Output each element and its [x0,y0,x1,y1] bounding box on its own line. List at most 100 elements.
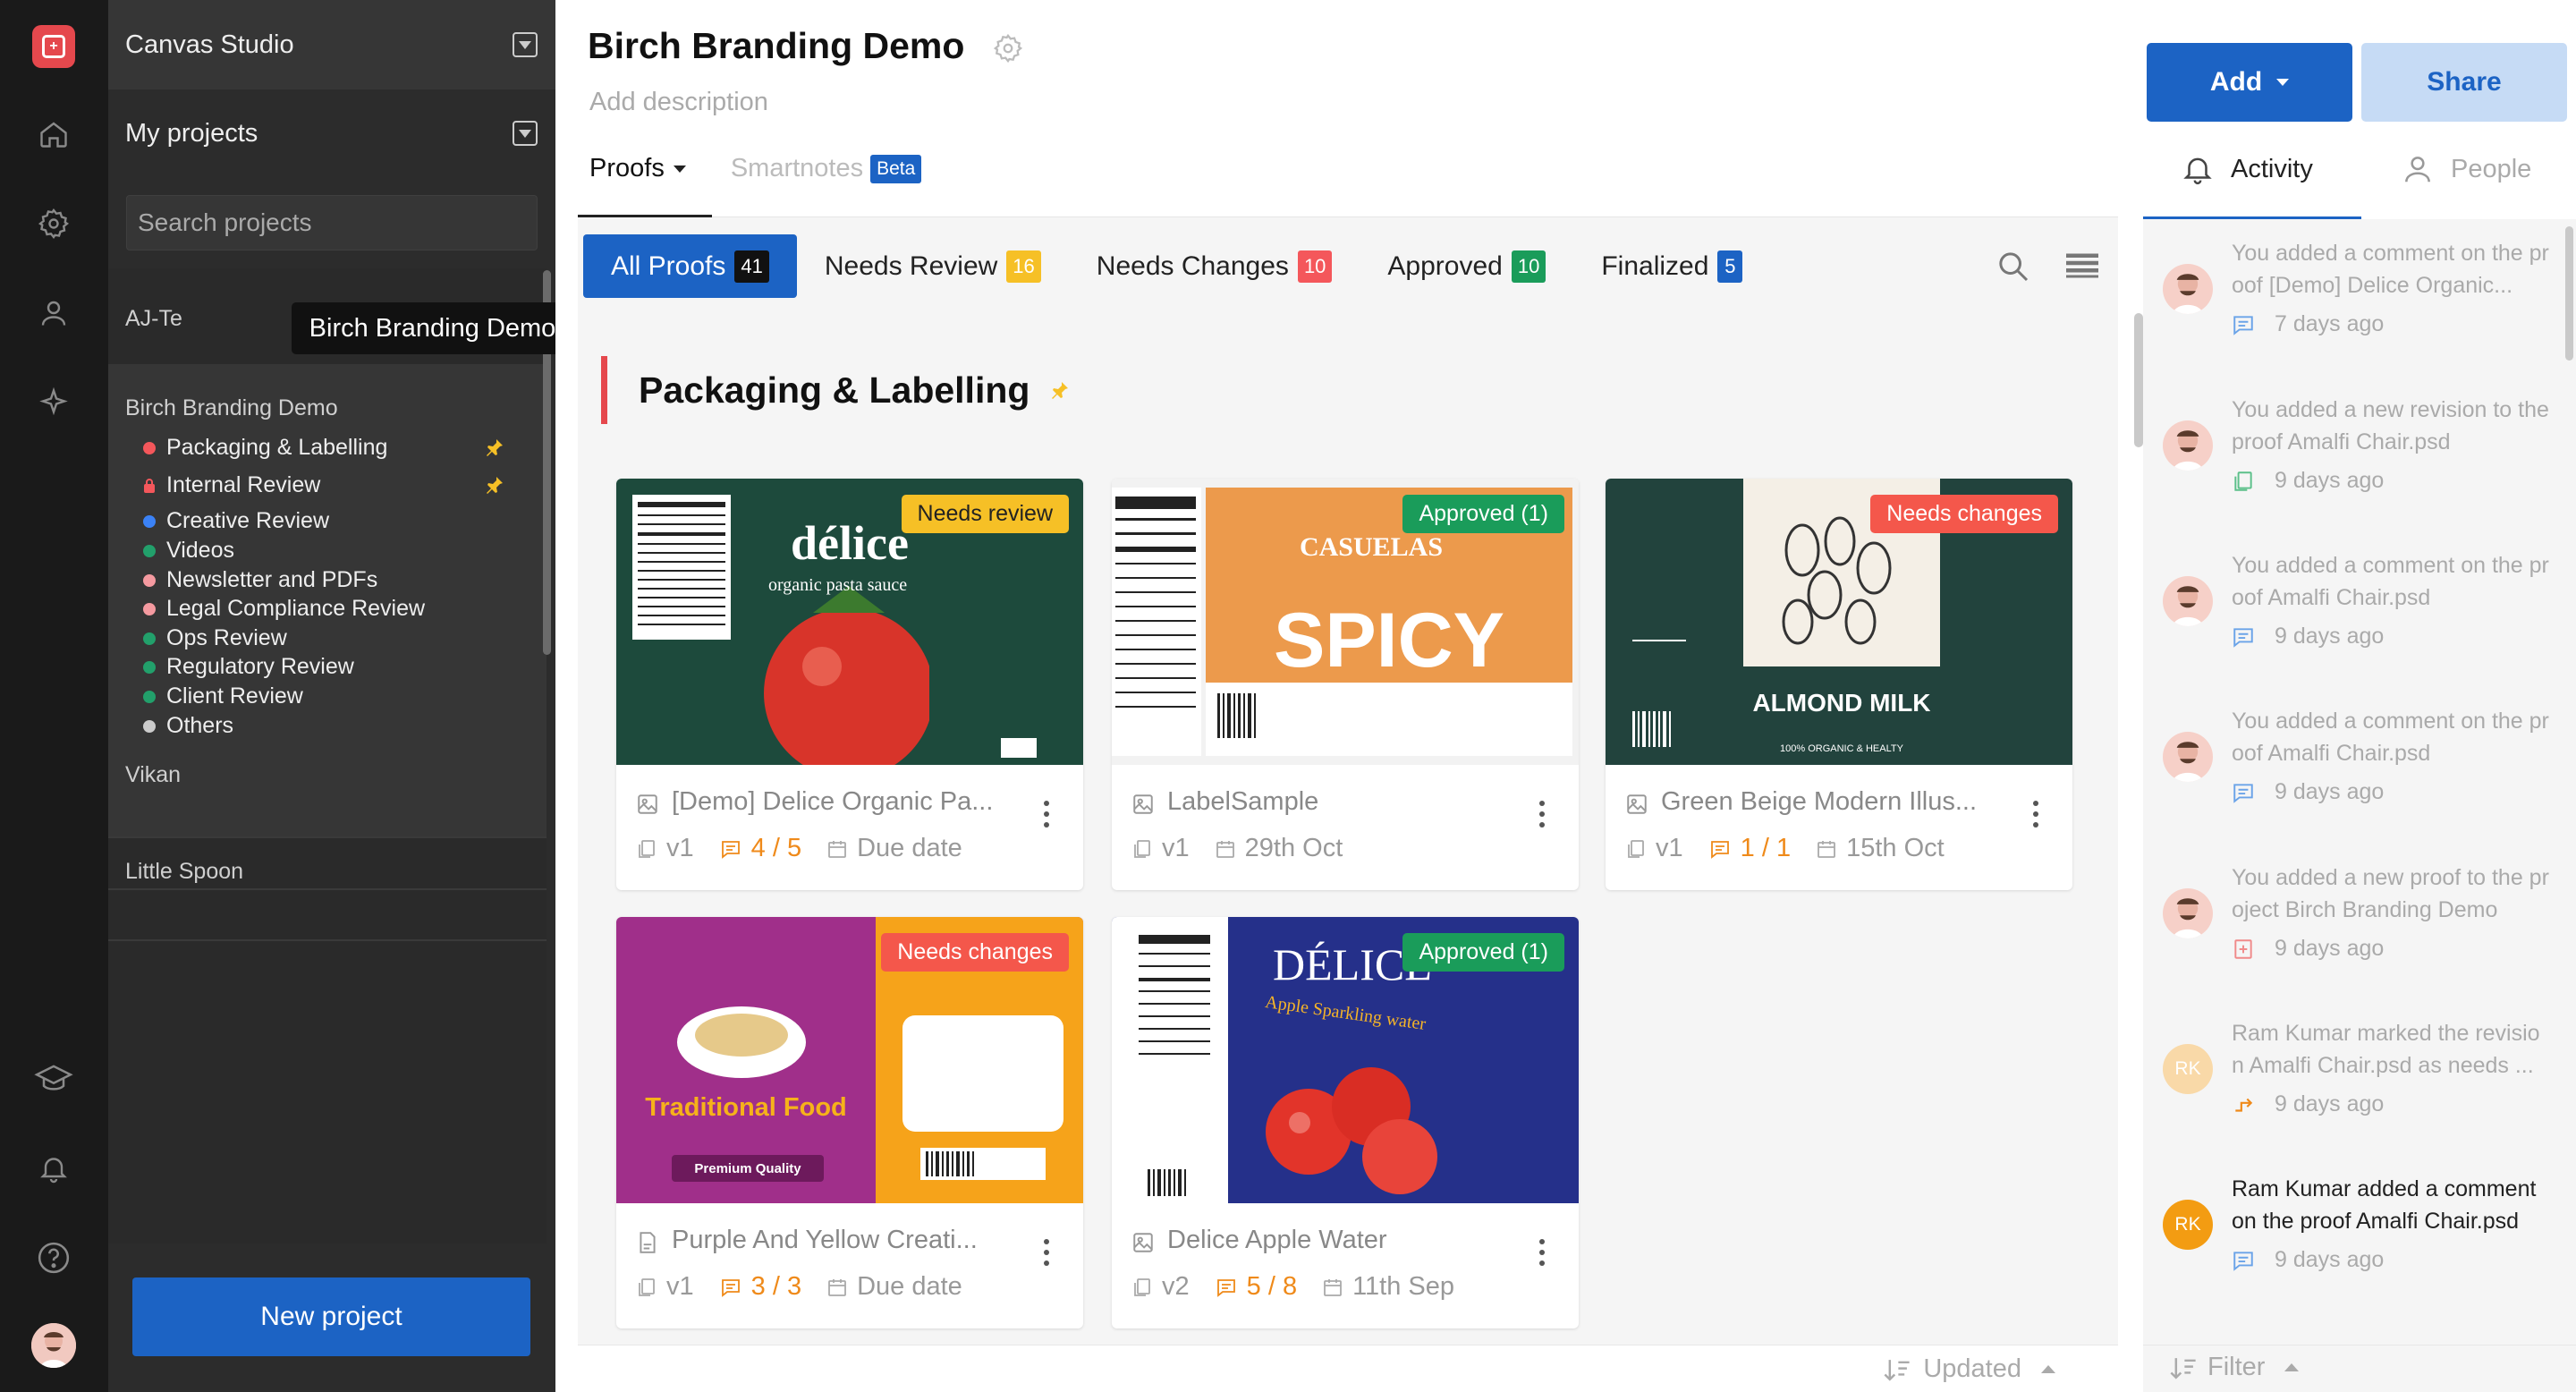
sparkle-icon[interactable] [34,383,73,422]
tab-proofs[interactable]: Proofs [589,154,686,183]
proof-card[interactable]: délice organic pasta sauce Needs review … [616,479,1083,890]
new-project-button[interactable]: New project [132,1277,530,1356]
sidebar-item-internal-review[interactable]: Internal Review [143,472,320,498]
more-options-icon[interactable] [1539,801,1545,828]
chevron-down-icon[interactable] [513,32,538,57]
main-scrollbar[interactable] [2134,313,2143,447]
share-button[interactable]: Share [2361,43,2567,122]
sidebar-item-others[interactable]: Others [143,713,233,739]
activity-time: 9 days ago [2232,624,2384,649]
workspace-switcher[interactable]: Canvas Studio [108,0,555,89]
my-projects-header[interactable]: My projects [108,89,555,177]
proof-name[interactable]: Delice Apple Water [1167,1226,1507,1255]
due-date: 15th Oct [1846,834,1945,862]
bell-icon[interactable] [34,1149,73,1188]
tab-smartnotes[interactable]: Smartnotes Beta [731,154,922,183]
tab-people[interactable]: People [2401,152,2531,186]
section-header: Packaging & Labelling [601,356,1071,424]
filter-label: All Proofs [611,250,726,281]
comment-icon [721,1278,740,1297]
search-projects-input[interactable] [126,195,538,250]
due-date: 11th Sep [1352,1272,1455,1301]
pin-icon[interactable] [484,437,505,458]
sidebar-item-label: Newsletter and PDFs [166,567,378,592]
sidebar-item-newsletter[interactable]: Newsletter and PDFs [143,567,377,593]
gear-icon[interactable] [34,204,73,243]
sidebar-item-label: Client Review [166,683,303,709]
filter-needs-review[interactable]: Needs Review 16 [797,234,1069,298]
filter-finalized[interactable]: Finalized 5 [1573,234,1770,298]
chevron-down-icon [673,165,686,173]
pdf-file-icon [640,1232,656,1253]
sidebar-item-legal[interactable]: Legal Compliance Review [143,596,425,622]
version-label: v1 [666,834,694,862]
proof-card[interactable]: ALMOND MILK 100% ORGANIC & HEALTY Needs … [1606,479,2072,890]
app-logo[interactable]: + [32,25,75,68]
graduation-cap-icon[interactable] [34,1059,73,1099]
sidebar-item-regulatory[interactable]: Regulatory Review [143,654,354,680]
calendar-icon [1324,1278,1342,1296]
more-options-icon[interactable] [1044,801,1049,828]
more-options-icon[interactable] [1539,1239,1545,1266]
proof-meta: v1 3 / 3 Due date [636,1272,987,1302]
pin-icon[interactable] [1049,379,1071,401]
avatar-initials: RK [2174,1214,2201,1235]
due-date-info[interactable]: Due date [826,1272,962,1302]
chevron-down-icon[interactable] [513,121,538,146]
due-date-info[interactable]: 11th Sep [1322,1272,1454,1302]
proofs-content: All Proofs 41 Needs Review 16 Needs Change… [578,217,2118,1345]
user-icon[interactable] [34,293,73,333]
help-icon[interactable] [34,1238,73,1277]
icon-rail: + [0,0,108,1392]
sidebar-item-ops[interactable]: Ops Review [143,625,287,651]
filter-needs-changes[interactable]: Needs Changes 10 [1069,234,1360,298]
tab-people-label: People [2451,154,2532,183]
project-group-aj[interactable]: AJ-Te [125,306,182,332]
filter-label: Needs Changes [1096,250,1289,281]
comment-info: 5 / 8 [1215,1272,1297,1302]
thumb-brand: SPICY [1274,598,1504,683]
add-description[interactable]: Add description [589,88,768,117]
proof-card[interactable]: CASUELAS SPICY Approved (1) LabelSample … [1112,479,1579,890]
search-icon[interactable] [1996,249,2031,284]
project-group-little-spoon[interactable]: Little Spoon [125,859,243,885]
user-avatar[interactable] [31,1323,76,1368]
section-title: Packaging & Labelling [639,369,1030,411]
activity-time-label: 9 days ago [2275,468,2385,493]
home-icon[interactable] [34,115,73,154]
settings-gear-icon[interactable] [993,33,1023,64]
filter-approved[interactable]: Approved 10 [1360,234,1573,298]
proof-name[interactable]: LabelSample [1167,787,1507,817]
filter-dropdown[interactable]: Filter [2168,1353,2300,1382]
project-group-vikan-label[interactable]: Vikan [125,762,181,788]
sidebar-item-packaging[interactable]: Packaging & Labelling [143,435,387,461]
proof-card[interactable]: Traditional Food Premium Quality Needs c… [616,917,1083,1328]
pin-icon[interactable] [484,474,505,496]
sidebar-item-videos[interactable]: Videos [143,538,234,564]
due-date-info[interactable]: 29th Oct [1215,834,1343,863]
sidebar-item-client[interactable]: Client Review [143,683,303,709]
sidebar-item-label: Internal Review [166,472,321,497]
sort-dropdown[interactable]: Updated [1882,1354,2055,1384]
activity-time: 9 days ago [2232,1091,2384,1117]
page-title: Birch Branding Demo [588,25,1023,67]
activity-panel: Add Share Activity People You added a co… [2143,0,2576,1392]
proof-name[interactable]: [Demo] Delice Organic Pa... [672,787,1012,817]
filter-all-proofs[interactable]: All Proofs 41 [583,234,797,298]
more-options-icon[interactable] [2033,801,2038,828]
project-group-birch-label[interactable]: Birch Branding Demo [125,395,338,421]
feed-scrollbar[interactable] [2565,226,2573,361]
proof-card[interactable]: DÉLICE Apple Sparkling water Approved (1… [1112,917,1579,1328]
due-date-info[interactable]: Due date [826,834,962,863]
proof-name[interactable]: Green Beige Modern Illus... [1661,787,2001,817]
status-badge: Needs changes [1870,495,2058,533]
due-date-info[interactable]: 15th Oct [1816,834,1945,863]
tab-activity[interactable]: Activity [2181,152,2313,186]
list-view-icon[interactable] [2066,251,2098,280]
more-options-icon[interactable] [1044,1239,1049,1266]
activity-time-label: 9 days ago [2275,936,2385,961]
sidebar-item-creative-review[interactable]: Creative Review [143,508,329,534]
add-button[interactable]: Add [2147,43,2352,122]
versions-icon [1134,1277,1150,1296]
proof-name[interactable]: Purple And Yellow Creati... [672,1226,1012,1255]
